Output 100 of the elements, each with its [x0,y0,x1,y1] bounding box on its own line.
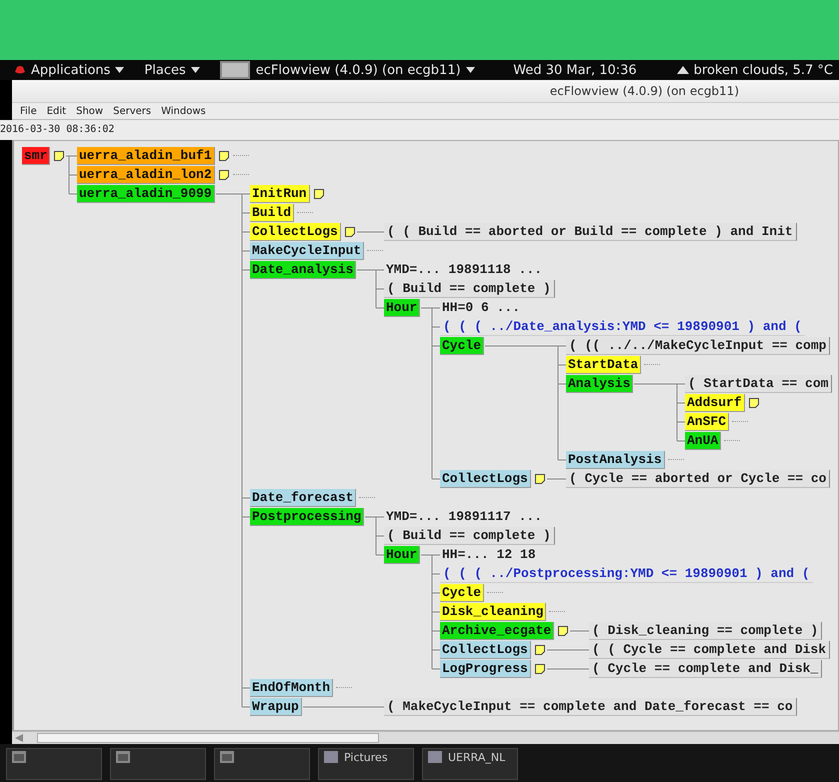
node-label[interactable]: CollectLogs [440,640,531,658]
repeat-variable: YMD=... 19891118 ... [385,261,544,278]
horizontal-scrollbar[interactable] [12,731,839,744]
weather-label[interactable]: broken clouds, 5.7 °C [694,62,833,78]
trigger-expression: ( Cycle == aborted or Cycle == co [566,470,830,488]
node-label[interactable]: Analysis [566,374,634,392]
node-label[interactable]: Postprocessing [250,508,364,526]
node-label[interactable]: Date_forecast [250,488,356,506]
note-icon[interactable] [344,226,356,238]
node-label[interactable]: Wrapup [250,698,302,716]
trigger-expression: ( ( Cycle == complete and Disk [589,640,830,658]
collapsed-marker[interactable] [724,440,740,441]
note-icon[interactable] [218,150,230,162]
note-icon[interactable] [218,168,230,180]
trigger-expression: ( MakeCycleInput == complete and Date_forecast == co [384,698,797,716]
taskbar-button[interactable] [6,748,102,780]
node-label[interactable]: CollectLogs [250,222,341,240]
note-icon[interactable] [557,624,570,636]
connector-line [66,156,78,194]
connector-line [546,478,566,480]
window-icon [428,751,442,763]
node-label[interactable]: Addsurf [685,394,745,412]
connector-line [570,630,590,632]
trigger-expression: ( (( ../../MakeCycleInput == comp [566,336,830,354]
scroll-left-icon[interactable] [15,734,23,742]
scrollbar-thumb[interactable] [37,733,379,743]
taskbar-button[interactable] [110,748,206,780]
collapsed-marker[interactable] [232,155,249,156]
collapsed-marker[interactable] [732,421,748,422]
connector-line [356,270,384,308]
collapsed-marker[interactable] [232,174,249,175]
node-label[interactable]: Archive_ecgate [440,622,554,640]
collapsed-marker[interactable] [549,611,566,612]
collapsed-marker[interactable] [668,459,684,460]
applications-menu[interactable]: Applications [31,62,124,78]
collapsed-marker[interactable] [359,497,376,498]
trigger-expression: ( StartData == com [685,374,832,392]
node-label[interactable]: Cycle [440,336,484,354]
collapsed-marker[interactable] [367,250,384,251]
taskbar-button[interactable] [214,748,310,780]
menu-item[interactable]: Show [76,106,104,117]
caret-icon [466,67,475,73]
node-label[interactable]: LogProgress [440,660,531,678]
trigger-expression: ( ( Build == aborted or Build == complete ) and Init [384,222,797,240]
window-icon [116,751,130,763]
node-label[interactable]: uerra_aladin_buf1 [77,146,215,164]
trigger-expression: ( Build == complete ) [384,526,555,544]
node-label[interactable]: InitRun [250,184,310,202]
repeat-variable: YMD=... 19891117 ... [385,508,544,525]
note-icon[interactable] [534,662,546,674]
collapsed-marker[interactable] [297,212,314,213]
taskbar-button[interactable]: Pictures [318,748,414,780]
menu-item[interactable]: Edit [46,106,66,117]
node-label[interactable]: PostAnalysis [566,450,665,468]
node-label[interactable]: AnSFC [685,412,730,430]
window-thumbnail-icon [220,61,250,79]
node-label[interactable]: Disk_cleaning [440,602,546,620]
node-label[interactable]: uerra_aladin_9099 [77,184,215,202]
connector-line [634,384,686,442]
node-label[interactable]: StartData [566,356,642,374]
caret-icon [115,67,124,73]
taskbar-button[interactable]: UERRA_NL [422,748,518,780]
menu-item[interactable]: Servers [113,106,152,117]
node-label[interactable]: Hour [384,546,420,564]
places-menu[interactable]: Places [144,62,200,78]
menu-item[interactable]: File [20,106,37,117]
collapsed-marker[interactable] [644,364,660,365]
node-label[interactable]: CollectLogs [440,470,531,488]
collapsed-marker[interactable] [336,687,352,688]
node-label[interactable]: EndOfMonth [250,678,334,696]
node-label[interactable]: Hour [384,298,420,316]
node-label[interactable]: Build [250,204,294,222]
trigger-expression: ( Disk_cleaning == complete ) [589,622,822,640]
node-label[interactable]: AnUA [685,432,722,450]
window-icon [220,751,234,763]
trigger-expression: ( Cycle == complete and Disk_ [589,660,822,678]
node-label[interactable]: smr [22,146,50,164]
hat-icon [14,65,26,75]
collapsed-marker[interactable] [487,592,504,593]
connector-line [546,668,590,670]
repeat-variable: HH=... 12 18 [441,546,537,563]
window-icon [12,751,26,763]
complete-expression: ( ( ( ../Postprocessing:YMD <= 19890901 ) and ( [440,564,813,582]
note-icon[interactable] [53,150,66,162]
node-label[interactable]: uerra_aladin_lon2 [77,166,215,184]
node-label[interactable]: Cycle [440,584,484,602]
trigger-expression: ( Build == complete ) [384,280,555,298]
menu-item[interactable]: Windows [161,106,206,117]
window-list-button[interactable]: ecFlowview (4.0.9) (on ecgb11) [256,62,475,78]
connector-line [364,516,384,556]
window-icon [324,751,338,763]
node-label[interactable]: Date_analysis [250,260,356,278]
note-icon[interactable] [534,644,546,656]
complete-expression: ( ( ( ../Date_analysis:YMD <= 19890901 ) and ( [440,318,805,336]
note-icon[interactable] [534,472,546,484]
clock[interactable]: Wed 30 Mar, 10:36 [513,62,637,78]
note-icon[interactable] [748,396,760,408]
node-label[interactable]: MakeCycleInput [250,242,364,260]
repeat-variable: HH=0 6 ... [441,299,522,316]
note-icon[interactable] [312,188,325,200]
